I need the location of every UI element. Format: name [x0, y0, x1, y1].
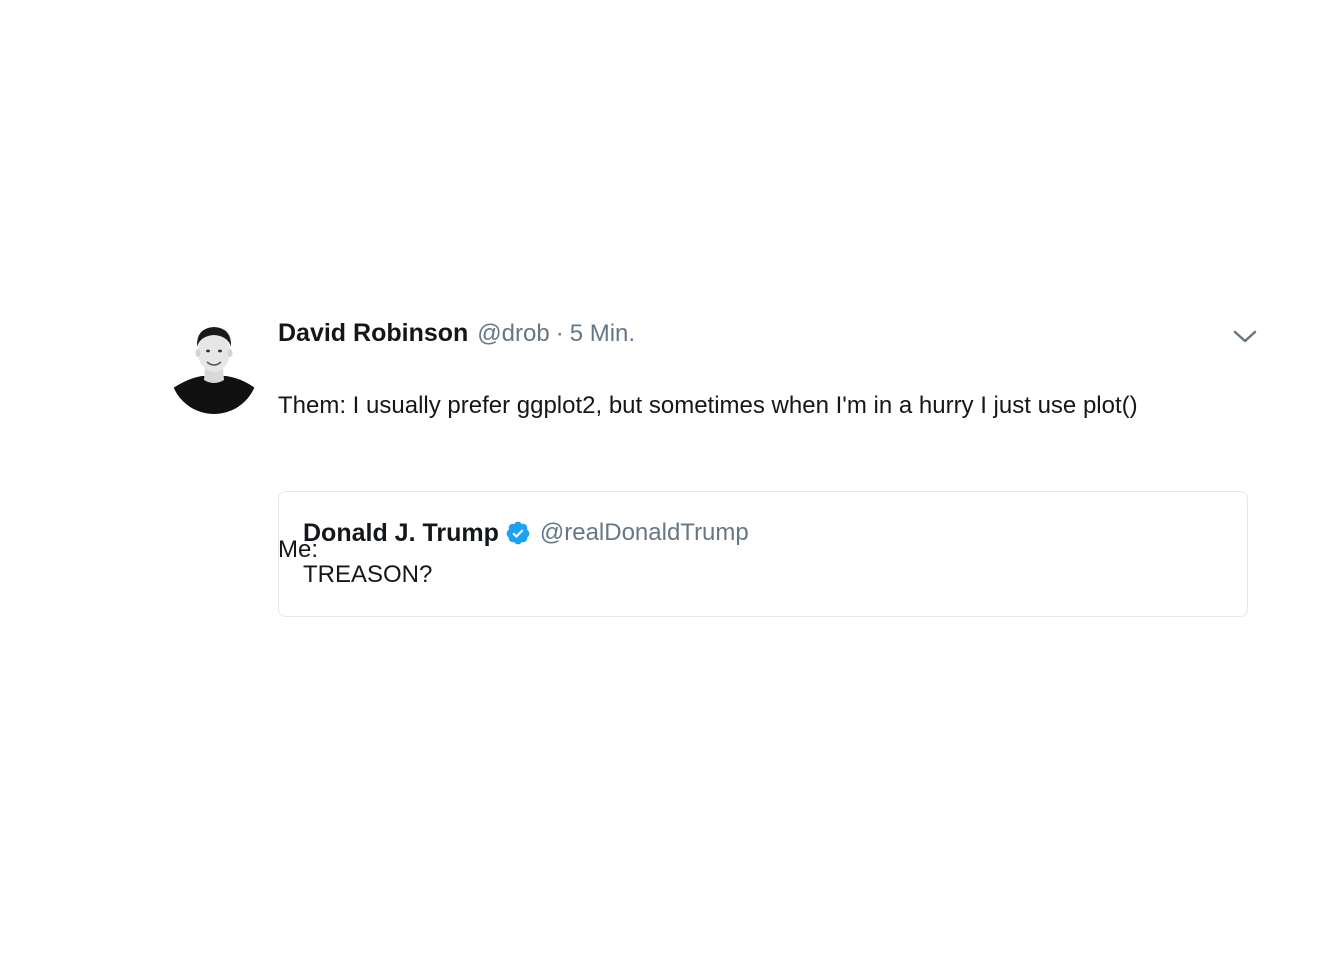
- quoted-tweet[interactable]: Donald J. Trump @realDonaldTrump TREASON…: [278, 491, 1248, 617]
- quoted-tweet-text: TREASON?: [303, 561, 433, 588]
- verified-badge-icon: [505, 520, 531, 546]
- quoted-author-name: Donald J. Trump: [303, 519, 499, 547]
- avatar[interactable]: [170, 320, 258, 414]
- quoted-author-handle: @realDonaldTrump: [539, 519, 749, 546]
- separator-dot: ·: [555, 320, 564, 347]
- tweet-text-line: Them: I usually prefer ggplot2, but some…: [278, 392, 1138, 419]
- quoted-tweet-header: Donald J. Trump @realDonaldTrump: [303, 516, 749, 550]
- author-name[interactable]: David Robinson: [278, 316, 468, 350]
- timestamp[interactable]: 5 Min.: [570, 317, 635, 351]
- page: David Robinson @drob · 5 Min. Them: I us…: [0, 0, 1344, 960]
- chevron-down-icon[interactable]: [1227, 322, 1263, 352]
- author-handle[interactable]: @drob: [477, 317, 549, 351]
- tweet-header: David Robinson @drob · 5 Min.: [278, 316, 1253, 350]
- tweet-content: David Robinson @drob · 5 Min. Them: I us…: [278, 316, 1257, 617]
